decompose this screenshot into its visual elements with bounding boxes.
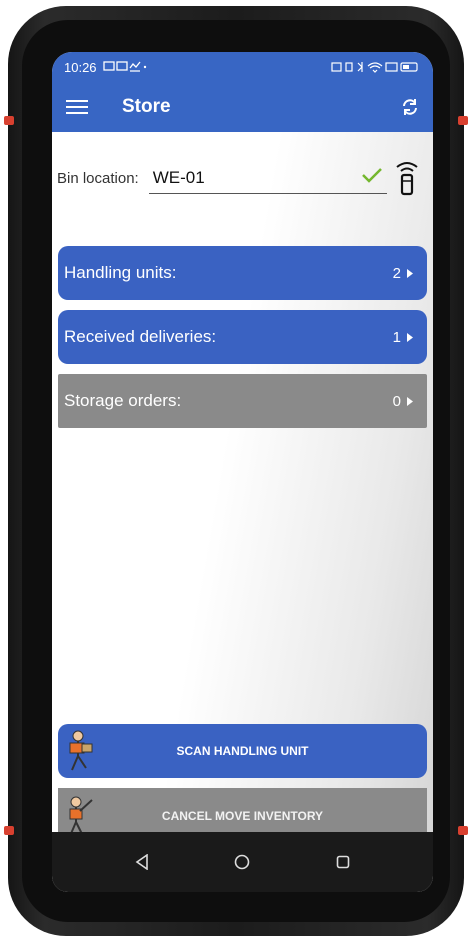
scan-handling-unit-label: SCAN HANDLING UNIT [176, 744, 309, 758]
system-nav-bar [52, 832, 433, 892]
bin-location-label: Bin location: [57, 169, 139, 187]
recents-square-icon[interactable] [323, 842, 363, 882]
check-icon [361, 166, 383, 190]
bin-location-row: Bin location: WE-01 [52, 160, 433, 196]
summary-tiles: Handling units: 2 Received deliveries: 1… [52, 246, 433, 428]
back-triangle-icon[interactable] [122, 842, 162, 882]
notification-icons [102, 60, 147, 75]
tile-label: Handling units: [64, 263, 177, 282]
tile-count: 0 [392, 392, 401, 410]
tile-count: 2 [392, 264, 401, 282]
phone-accent [4, 116, 14, 125]
tile-label: Storage orders: [64, 391, 182, 410]
home-circle-icon[interactable] [222, 842, 262, 882]
action-buttons: SCAN HANDLING UNIT CANCEL MOVE INVENTORY [58, 724, 427, 844]
bin-location-field[interactable]: WE-01 [148, 163, 387, 194]
tile-label: Received deliveries: [64, 327, 217, 346]
app-screen: 10:26 Store Bin location: WE-01 Handling… [52, 52, 433, 892]
scan-handling-unit-button[interactable]: SCAN HANDLING UNIT [58, 724, 427, 778]
phone-accent [458, 826, 468, 835]
tile-storage-orders[interactable]: Storage orders: 0 [58, 374, 427, 428]
chevron-right-icon [407, 393, 413, 410]
scanner-icon[interactable] [387, 160, 427, 196]
hamburger-menu-icon[interactable] [66, 99, 88, 115]
system-status-icons [331, 61, 421, 73]
tile-count: 1 [392, 328, 401, 346]
bin-location-value: WE-01 [152, 167, 205, 187]
tile-handling-units[interactable]: Handling units: 2 [58, 246, 427, 300]
tile-received-deliveries[interactable]: Received deliveries: 1 [58, 310, 427, 364]
status-time: 10:26 [64, 59, 97, 75]
app-bar: Store [52, 82, 433, 132]
chevron-right-icon [407, 265, 413, 282]
refresh-icon[interactable] [397, 94, 423, 120]
chevron-right-icon [407, 329, 413, 346]
phone-accent [4, 826, 14, 835]
cancel-move-inventory-label: CANCEL MOVE INVENTORY [161, 809, 324, 823]
worker-carrying-box-icon [64, 730, 98, 774]
page-title: Store [122, 96, 171, 117]
status-bar: 10:26 [52, 52, 433, 82]
phone-accent [458, 116, 468, 125]
